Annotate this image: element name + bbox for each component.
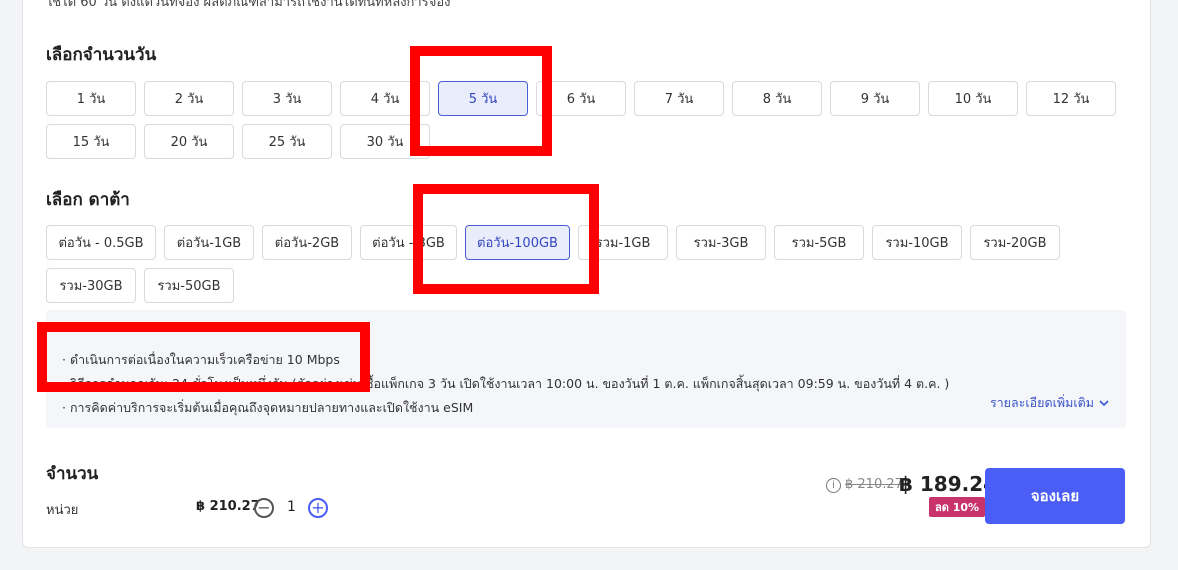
- days-section-title: เลือกจำนวนวัน: [46, 45, 157, 65]
- unit-label: หน่วย: [46, 503, 79, 518]
- data-option[interactable]: รวม-50GB: [144, 268, 234, 303]
- day-option[interactable]: 20 วัน: [144, 124, 234, 159]
- highlight-box-speed: [37, 322, 370, 392]
- data-option[interactable]: ต่อวัน - 0.5GB: [46, 225, 156, 260]
- data-option[interactable]: ต่อวัน-1GB: [164, 225, 254, 260]
- discount-badge: ลด 10%: [929, 497, 986, 517]
- validity-note: ใช้ได้ 60 วัน ตั้งแต่วันที่จอง ผลิตภัณฑ์…: [46, 0, 451, 10]
- quantity-title: จำนวน: [46, 464, 99, 484]
- highlight-box-data: [413, 184, 599, 294]
- day-option[interactable]: 7 วัน: [634, 81, 724, 116]
- chevron-down-icon: [1099, 400, 1109, 407]
- highlight-box-day: [410, 46, 552, 156]
- data-option[interactable]: รวม-10GB: [872, 225, 962, 260]
- day-option[interactable]: 1 วัน: [46, 81, 136, 116]
- data-option[interactable]: รวม-30GB: [46, 268, 136, 303]
- unit-price: ฿ 210.27: [196, 499, 260, 514]
- info-billing-line: · การคิดค่าบริการจะเริ่มต้นเมื่อคุณถึงจุ…: [62, 400, 474, 415]
- day-option[interactable]: 12 วัน: [1026, 81, 1116, 116]
- book-now-button[interactable]: จองเลย: [985, 468, 1125, 524]
- plus-icon[interactable]: +: [308, 498, 328, 518]
- day-option[interactable]: 9 วัน: [830, 81, 920, 116]
- discounted-price: ฿ 189.24: [899, 472, 998, 496]
- day-option[interactable]: 10 วัน: [928, 81, 1018, 116]
- day-option[interactable]: 25 วัน: [242, 124, 332, 159]
- minus-icon[interactable]: −: [254, 498, 274, 518]
- day-option[interactable]: 8 วัน: [732, 81, 822, 116]
- more-details-label: รายละเอียดเพิ่มเติม: [989, 395, 1094, 410]
- info-icon[interactable]: i: [826, 478, 841, 493]
- day-option[interactable]: 15 วัน: [46, 124, 136, 159]
- data-section-title: เลือก ดาต้า: [46, 190, 130, 210]
- more-details-link[interactable]: รายละเอียดเพิ่มเติม: [990, 393, 1110, 413]
- quantity-value: 1: [287, 499, 296, 515]
- data-option[interactable]: รวม-3GB: [676, 225, 766, 260]
- day-option[interactable]: 2 วัน: [144, 81, 234, 116]
- data-option[interactable]: รวม-20GB: [970, 225, 1060, 260]
- data-option[interactable]: รวม-5GB: [774, 225, 864, 260]
- day-option[interactable]: 3 วัน: [242, 81, 332, 116]
- data-option[interactable]: ต่อวัน-2GB: [262, 225, 352, 260]
- original-price: ฿ 210.27: [845, 477, 903, 492]
